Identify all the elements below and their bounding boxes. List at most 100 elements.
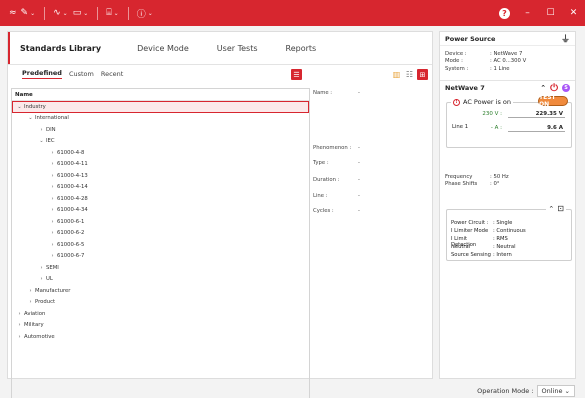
chevron-right-icon[interactable]: › (37, 265, 46, 271)
chevron-down-icon[interactable]: ⌄ (114, 10, 119, 17)
chevron-right-icon[interactable]: › (37, 276, 46, 282)
tab-standards-library[interactable]: Standards Library (8, 32, 123, 64)
settings-plug-icon[interactable]: ⊡ (557, 204, 564, 213)
test-on-badge[interactable]: TEST ON (538, 94, 568, 108)
tree-node[interactable]: › 61000-6-1 (12, 216, 309, 228)
collapse-chevron-icon[interactable]: ⌃ (548, 205, 554, 213)
ps-value: : NetWave 7 (490, 50, 523, 57)
subtab-recent[interactable]: Recent (101, 70, 123, 78)
info-icon[interactable]: ⓘ (135, 0, 148, 26)
collapse-chevron-icon[interactable]: ⌃ (540, 84, 546, 92)
tree-node[interactable]: › DIN (12, 124, 309, 136)
device-icon[interactable]: ⌸ (104, 0, 113, 26)
monitor-icon[interactable]: ▭ (71, 0, 84, 26)
detail-row: Phenomenon :- (313, 145, 360, 151)
detail-row: Cycles : - (313, 208, 360, 214)
subtab-custom[interactable]: Custom (69, 70, 94, 78)
chevron-right-icon[interactable]: › (15, 311, 24, 317)
ac-power-box: ! AC Power is on TEST ON Line 1 230 V : … (446, 94, 572, 148)
tree-node[interactable]: ⌄ IEC (12, 136, 309, 148)
subtab-predefined[interactable]: Predefined (22, 69, 62, 79)
detail-view-icon[interactable]: ☷ (404, 69, 415, 80)
ps-value: : AC 0...300 V (490, 58, 527, 65)
tree-node[interactable]: › 61000-4-11 (12, 159, 309, 171)
chevron-right-icon[interactable]: › (48, 230, 57, 236)
chevron-right-icon[interactable]: › (48, 219, 57, 225)
tree-node[interactable]: › 61000-4-8 (12, 147, 309, 159)
chevron-right-icon[interactable]: › (26, 288, 35, 294)
maximize-button[interactable]: ☐ (539, 0, 562, 26)
detail-value: - (358, 90, 360, 96)
tree-node-label: 61000-6-1 (57, 218, 85, 225)
tree-view-button[interactable]: ⊞ (417, 69, 428, 80)
tree-node[interactable]: › UL (12, 274, 309, 286)
pc-value: : Intern (493, 252, 512, 258)
tree-node[interactable]: › 61000-4-13 (12, 170, 309, 182)
chevron-right-icon[interactable]: › (48, 207, 57, 213)
voltage-row: 230 V : 229.35 V (469, 111, 565, 118)
chevron-right-icon[interactable]: › (48, 184, 57, 190)
minimize-button[interactable]: – (516, 0, 539, 26)
tree-node[interactable]: › 61000-6-5 (12, 239, 309, 251)
tree-node[interactable]: › Automotive (12, 331, 309, 343)
tab-device-mode[interactable]: Device Mode (123, 32, 203, 64)
chevron-right-icon[interactable]: › (15, 334, 24, 340)
operation-mode-select[interactable]: Online ⌄ (536, 384, 575, 397)
toolbar-divider (97, 6, 99, 20)
tree-node[interactable]: › 61000-4-34 (12, 205, 309, 217)
tree-node[interactable]: ⌄ International (12, 113, 309, 125)
chevron-right-icon[interactable]: › (26, 299, 35, 305)
detail-value: - (358, 193, 360, 199)
warning-icon: ! (453, 98, 460, 106)
chevron-down-icon[interactable]: ⌄ (148, 10, 153, 17)
tree-node[interactable]: › 61000-6-7 (12, 251, 309, 263)
power-icon[interactable]: ⏻ (550, 83, 558, 94)
chevron-right-icon[interactable]: › (48, 173, 57, 179)
pc-key: I Limiter Mode (451, 228, 489, 234)
tree-node[interactable]: › SEMI (12, 262, 309, 274)
chevron-down-icon[interactable]: ⌄ (30, 10, 35, 17)
tree-node[interactable]: › Manufacturer (12, 285, 309, 297)
chevron-down-icon[interactable]: ⌄ (63, 10, 68, 17)
chevron-right-icon[interactable]: › (37, 127, 46, 133)
waveform-icon[interactable]: ∿ (51, 0, 63, 26)
detail-value: - (358, 160, 360, 166)
tree-node[interactable]: › Military (12, 320, 309, 332)
close-button[interactable]: ✕ (562, 0, 585, 26)
tab-user-tests[interactable]: User Tests (203, 32, 272, 64)
chevron-down-icon[interactable]: ⌄ (83, 10, 88, 17)
standards-tree[interactable]: Name ⌄ Industry ⌄ International › DIN ⌄ IEC › 610… (11, 88, 310, 398)
chevron-right-icon[interactable]: › (48, 150, 57, 156)
tab-reports[interactable]: Reports (272, 32, 331, 64)
ps-key: Mode : (445, 58, 463, 65)
chevron-right-icon[interactable]: › (48, 242, 57, 248)
tree-node-label: 61000-4-14 (57, 184, 88, 191)
help-icon[interactable]: ? (499, 7, 510, 19)
pulse-icon[interactable]: ≈ (7, 0, 19, 26)
tree-node[interactable]: ⌄ Industry (12, 101, 309, 113)
tree-node-label: 61000-4-34 (57, 207, 88, 214)
freq-row: Phase Shifts: 0° (440, 181, 509, 189)
detail-key: Type : (313, 160, 329, 166)
tree-column-header[interactable]: Name (12, 89, 309, 101)
tree-node[interactable]: › 61000-4-14 (12, 182, 309, 194)
chevron-down-icon[interactable]: ⌄ (15, 104, 24, 110)
chevron-right-icon[interactable]: › (48, 196, 57, 202)
power-source-panel: Power Source ⏚ Device :: NetWave 7 Mode … (439, 31, 576, 379)
chevron-right-icon[interactable]: › (48, 253, 57, 259)
chevron-right-icon[interactable]: › (15, 322, 24, 328)
grid-view-icon[interactable]: ▥ (391, 69, 402, 80)
ac-power-text: AC Power is on (463, 98, 512, 106)
list-view-button[interactable]: ☰ (291, 69, 302, 80)
tree-node[interactable]: › Product (12, 297, 309, 309)
tree-node-label: Product (35, 299, 56, 306)
chevron-down-icon[interactable]: ⌄ (37, 138, 46, 144)
tree-node[interactable]: › 61000-4-28 (12, 193, 309, 205)
tree-node[interactable]: › Aviation (12, 308, 309, 320)
tree-node[interactable]: › 61000-6-2 (12, 228, 309, 240)
chevron-right-icon[interactable]: › (48, 161, 57, 167)
chevron-down-icon[interactable]: ⌄ (26, 115, 35, 121)
wrench-icon[interactable]: ✎ (19, 0, 31, 26)
operation-mode-label: Operation Mode : (477, 386, 534, 395)
plug-icon[interactable]: ⏚ (561, 32, 570, 45)
